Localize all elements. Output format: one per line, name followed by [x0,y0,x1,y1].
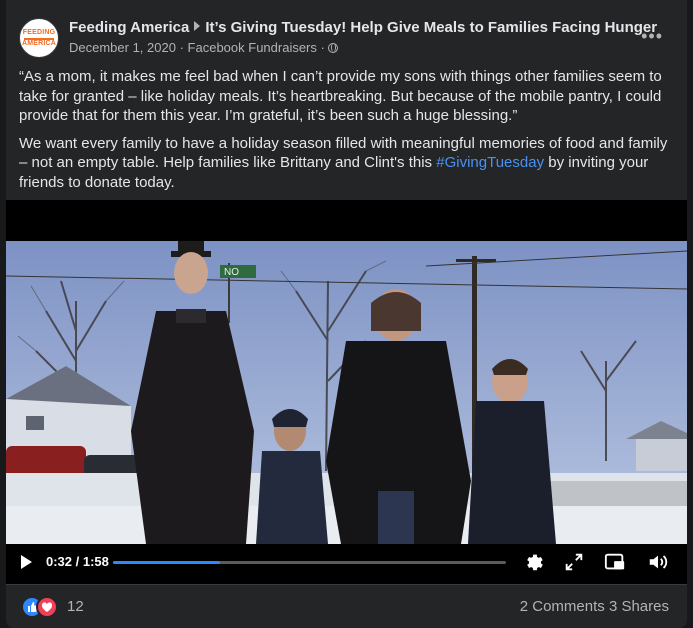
comments-link[interactable]: 2 Comments [520,598,605,615]
current-time: 0:32 [46,554,73,569]
page-name-link[interactable]: Feeding America [69,19,189,36]
avatar-text-line2: AMERICA [21,39,57,47]
picture-in-picture-icon[interactable] [604,551,626,573]
more-options-icon[interactable]: ••• [641,26,663,47]
fullscreen-icon[interactable] [563,551,585,573]
fundraiser-title-link[interactable]: It’s Giving Tuesday! Help Give Meals to … [205,19,657,36]
video-frame[interactable]: NO [6,241,687,544]
meta-separator: · [179,40,184,55]
progress-fill [113,561,220,564]
post-header: FEEDING AMERICA Feeding America It’s Givi… [19,16,675,60]
post-meta: December 1, 2020 · Facebook Fundraisers … [69,40,338,55]
engagement-stats: 2 Comments 3 Shares [520,598,669,615]
love-icon [36,596,58,618]
post-card: FEEDING AMERICA Feeding America It’s Givi… [6,0,687,628]
globe-icon [327,43,338,53]
page-avatar[interactable]: FEEDING AMERICA [19,18,59,58]
post-footer: 12 2 Comments 3 Shares [6,584,687,628]
time-separator: / [72,554,83,569]
post-source-link[interactable]: Facebook Fundraisers [188,40,317,55]
post-title-line: Feeding America It’s Giving Tuesday! Help… [69,19,657,36]
volume-icon[interactable] [647,551,669,573]
settings-gear-icon[interactable] [524,551,546,573]
post-paragraph-quote: “As a mom, it makes me feel bad when I c… [19,68,662,124]
post-date-link[interactable]: December 1, 2020 [69,40,176,55]
street-sign-text: NO [224,267,239,278]
progress-bar[interactable] [113,561,506,564]
video-frame-image: NO [6,241,687,544]
video-player[interactable]: NO 0:32 / 1:58 [6,200,687,584]
video-duration: 1:58 [82,554,109,569]
shares-link[interactable]: 3 Shares [609,598,669,615]
play-icon[interactable] [21,555,32,569]
post-paragraph-appeal: We want every family to have a holiday s… [19,134,669,193]
hashtag-link[interactable]: #GivingTuesday [436,154,544,171]
reaction-count[interactable]: 12 [67,598,84,615]
post-text: “As a mom, it makes me feel bad when I c… [19,67,669,200]
reactions-summary[interactable] [21,596,61,618]
video-controls: 0:32 / 1:58 [6,547,687,577]
caret-right-icon [194,21,201,31]
video-time: 0:32 / 1:58 [46,554,109,569]
avatar-text-line1: FEEDING [22,28,56,36]
meta-separator-2: · [320,40,325,55]
